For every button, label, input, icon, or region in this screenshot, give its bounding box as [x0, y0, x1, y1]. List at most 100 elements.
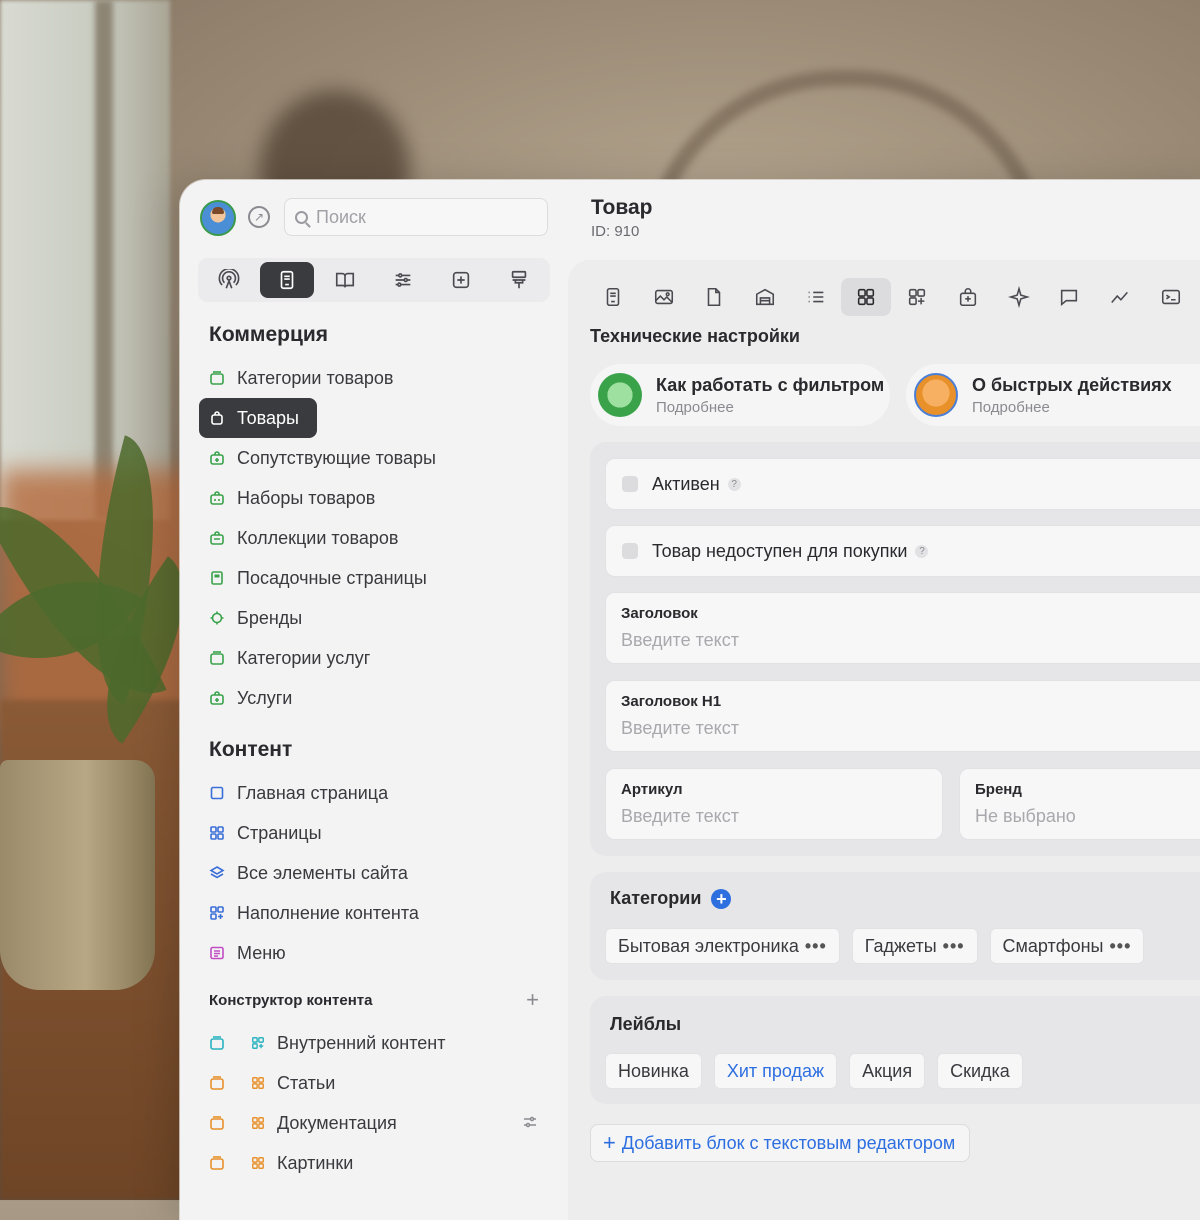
- add-category-button[interactable]: +: [711, 888, 732, 909]
- heading-field[interactable]: Заголовок Введите текст: [605, 592, 1200, 664]
- sidebar-item-label: Внутренний контент: [277, 1032, 446, 1053]
- document-icon: [606, 287, 620, 307]
- tip-link[interactable]: Подробнее: [972, 399, 1172, 416]
- tab-code[interactable]: [1146, 278, 1196, 316]
- tab-list[interactable]: [791, 278, 841, 316]
- sidebar-item-label: Коллекции товаров: [237, 527, 399, 548]
- brand-field[interactable]: Бренд Не выбрано: [959, 768, 1200, 840]
- tab-add[interactable]: [434, 262, 488, 298]
- tip-thumbnail: [914, 373, 958, 417]
- label-chip-new[interactable]: Новинка: [605, 1053, 702, 1089]
- sidebar-item-content-filling[interactable]: Наполнение контента: [199, 893, 549, 933]
- tab-docs[interactable]: [318, 262, 372, 298]
- plus-icon: +: [603, 1130, 616, 1155]
- tab-catalog[interactable]: [260, 262, 314, 298]
- document-icon: [280, 270, 294, 290]
- heading-h1-field[interactable]: Заголовок H1 Введите текст: [605, 680, 1200, 752]
- sidebar-item-label: Посадочные страницы: [237, 567, 427, 588]
- more-icon[interactable]: •••: [1110, 936, 1132, 957]
- more-icon[interactable]: •••: [805, 936, 827, 957]
- square-icon: [210, 786, 224, 800]
- active-checkbox[interactable]: [622, 476, 638, 492]
- sidebar-item-services[interactable]: Услуги: [199, 678, 549, 718]
- sidebar-item-related-products[interactable]: Сопутствующие товары: [199, 438, 549, 478]
- tab-design[interactable]: [492, 262, 546, 298]
- tip-filter[interactable]: Как работать с фильтром Подробнее: [590, 364, 890, 426]
- app-window: ↗ Коммерция: [180, 180, 1200, 1220]
- sidebar-item-home-page[interactable]: Главная страница: [199, 773, 549, 813]
- tab-warehouse[interactable]: [740, 278, 790, 316]
- tab-general[interactable]: [588, 278, 638, 316]
- sku-field[interactable]: Артикул Введите текст: [605, 768, 943, 840]
- category-chip[interactable]: Смартфоны •••: [989, 928, 1145, 964]
- tip-title: О быстрых действиях: [972, 374, 1172, 395]
- chip-label: Акция: [862, 1060, 913, 1081]
- file-icon: [708, 287, 721, 307]
- tab-settings[interactable]: [376, 262, 430, 298]
- category-chip[interactable]: Гаджеты •••: [851, 928, 978, 964]
- tab-analytics[interactable]: [1095, 278, 1145, 316]
- category-chip[interactable]: Бытовая электроника •••: [605, 928, 840, 964]
- add-text-block-button[interactable]: + Добавить блок с текстовым редактором: [590, 1124, 971, 1162]
- sidebar-item-product-categories[interactable]: Категории товаров: [199, 358, 549, 398]
- tab-marketing[interactable]: [202, 262, 256, 298]
- sidebar-item-landing-pages[interactable]: Посадочные страницы: [199, 558, 549, 598]
- unavailable-checkbox-row[interactable]: Товар недоступен для покупки ?: [605, 525, 1200, 577]
- sidebar-toolbar: [198, 258, 550, 302]
- help-icon[interactable]: ?: [727, 477, 741, 491]
- sliders-icon[interactable]: [522, 1114, 538, 1130]
- sidebar-item-product-sets[interactable]: Наборы товаров: [199, 478, 549, 518]
- tab-modules[interactable]: [892, 278, 942, 316]
- label-chips: Новинка Хит продаж Акция Скидка: [605, 1053, 1035, 1089]
- more-icon[interactable]: •••: [943, 936, 965, 957]
- heading-label: Заголовок: [621, 605, 698, 622]
- tip-link[interactable]: Подробнее: [656, 399, 884, 416]
- tab-comments[interactable]: [1044, 278, 1094, 316]
- tray-icon: [210, 1116, 224, 1130]
- unavailable-checkbox[interactable]: [622, 543, 638, 559]
- label-chip-bestseller[interactable]: Хит продаж: [713, 1053, 838, 1089]
- badge-icon: [210, 611, 224, 625]
- unavailable-label: Товар недоступен для покупки: [652, 540, 908, 561]
- sidebar-item-images[interactable]: Картинки: [199, 1143, 549, 1183]
- heading-input[interactable]: Введите текст: [621, 630, 739, 651]
- tip-quick-actions[interactable]: О быстрых действиях Подробнее: [906, 364, 1200, 426]
- search-box[interactable]: [284, 198, 548, 236]
- sliders-icon: [395, 273, 411, 287]
- sidebar-item-service-categories[interactable]: Категории услуг: [199, 638, 549, 678]
- sidebar-item-all-elements[interactable]: Все элементы сайта: [199, 853, 549, 893]
- tab-ai[interactable]: [994, 278, 1044, 316]
- section-title-commerce: Коммерция: [209, 323, 329, 346]
- tab-images[interactable]: [639, 278, 689, 316]
- label-chip-discount[interactable]: Скидка: [937, 1053, 1023, 1089]
- sidebar-item-products[interactable]: Товары: [199, 398, 317, 438]
- chat-icon: [1061, 289, 1078, 306]
- sidebar-item-articles[interactable]: Статьи: [199, 1063, 549, 1103]
- constructor-header: Конструктор контента +: [209, 989, 539, 1011]
- sidebar-item-documentation[interactable]: Документация: [199, 1103, 549, 1143]
- sidebar-item-internal-content[interactable]: Внутренний контент: [199, 1023, 549, 1063]
- tab-technical[interactable]: [841, 278, 892, 316]
- sidebar-item-product-collections[interactable]: Коллекции товаров: [199, 518, 549, 558]
- add-constructor-button[interactable]: +: [526, 989, 539, 1011]
- avatar[interactable]: [200, 200, 236, 236]
- tray-icon: [210, 1156, 224, 1170]
- content-nav: Главная страница Страницы Все элементы с…: [199, 773, 549, 973]
- tab-related[interactable]: [943, 278, 993, 316]
- sidebar-item-label: Категории товаров: [237, 367, 394, 388]
- label-chip-promo[interactable]: Акция: [849, 1053, 926, 1089]
- sidebar-item-menu[interactable]: Меню: [199, 933, 549, 973]
- heading-h1-input[interactable]: Введите текст: [621, 718, 739, 739]
- sku-input[interactable]: Введите текст: [621, 806, 739, 827]
- help-icon[interactable]: ?: [915, 544, 929, 558]
- sidebar-item-brands[interactable]: Бренды: [199, 598, 549, 638]
- warehouse-icon: [756, 288, 775, 306]
- search-input[interactable]: [314, 205, 538, 229]
- sidebar-item-pages[interactable]: Страницы: [199, 813, 549, 853]
- chip-label: Смартфоны: [1002, 935, 1104, 956]
- active-checkbox-row[interactable]: Активен ?: [605, 458, 1200, 510]
- broadcast-icon: [218, 269, 240, 289]
- tab-files[interactable]: [689, 278, 739, 316]
- external-link-icon[interactable]: ↗: [248, 206, 270, 228]
- brand-select[interactable]: Не выбрано: [975, 806, 1076, 827]
